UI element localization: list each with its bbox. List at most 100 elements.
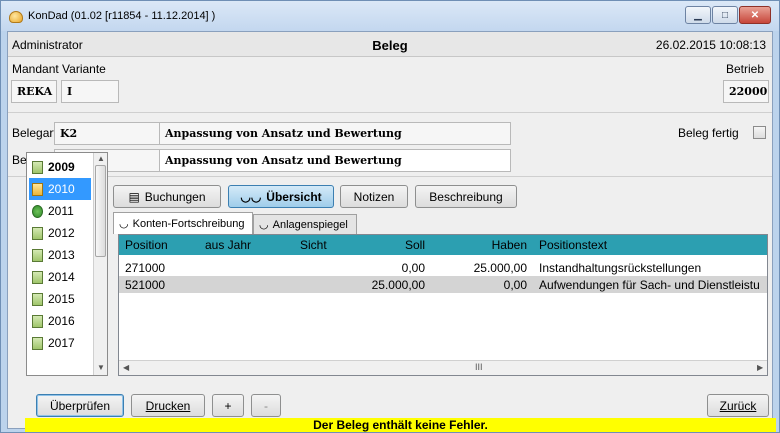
minus-label: - — [264, 398, 268, 413]
document-icon — [32, 270, 43, 284]
column-header[interactable]: Soll — [375, 238, 425, 252]
uebersicht-label: Übersicht — [266, 189, 322, 204]
betrieb-label: Betrieb — [725, 62, 764, 76]
scroll-grip-icon[interactable]: III — [475, 362, 483, 372]
minimize-icon[interactable]: ▁ — [685, 6, 711, 24]
document-icon — [32, 160, 43, 174]
maximize-icon[interactable]: □ — [712, 6, 738, 24]
scroll-right-icon[interactable]: ▶ — [757, 363, 763, 372]
column-header[interactable]: aus Jahr — [205, 238, 251, 252]
document-icon — [32, 336, 43, 350]
buchungen-label: Buchungen — [144, 189, 206, 204]
divider — [8, 176, 772, 177]
betrieb-field[interactable]: 22000 — [723, 80, 769, 103]
close-icon[interactable]: ✕ — [739, 6, 771, 24]
soll-cell: 0,00 — [401, 261, 425, 275]
tab-anlagenspiegel[interactable]: ◡ Anlagenspiegel — [253, 214, 357, 234]
belegart-code-field[interactable]: K2 — [54, 122, 160, 145]
status-message: Der Beleg enthält keine Fehler. — [25, 418, 776, 432]
table-row[interactable]: 271000 0,00 25.000,00 Instandhaltungsrüc… — [119, 259, 767, 276]
mandant-field[interactable]: REKA — [11, 80, 57, 103]
year-item-2013[interactable]: 2013 — [29, 244, 91, 266]
positionstext-cell: Instandhaltungsrückstellungen — [539, 261, 702, 275]
horizontal-scrollbar[interactable]: ◀ III ▶ — [119, 360, 767, 375]
drucken-label: Drucken — [145, 398, 191, 413]
scroll-left-icon[interactable]: ◀ — [123, 363, 129, 372]
tab-konten-fortschreibung[interactable]: ◡ Konten-Fortschreibung — [113, 212, 253, 234]
table-row[interactable]: 521000 25.000,00 0,00 Aufwendungen für S… — [119, 276, 767, 293]
position-cell: 271000 — [125, 261, 166, 275]
document-icon — [32, 314, 43, 328]
year-item-2010[interactable]: 2010 — [29, 178, 91, 200]
year-item-2012[interactable]: 2012 — [29, 222, 91, 244]
positionstext-cell: Aufwendungen für Sach- und Dienstleistu — [539, 278, 760, 292]
beschreibung-label: Beschreibung — [429, 189, 503, 204]
plus-label: + — [224, 398, 232, 413]
check-icon — [32, 204, 43, 218]
year-list[interactable]: 2009 2010 2011 2012 2013 2014 2015 2016 … — [26, 152, 108, 376]
column-header[interactable]: Position — [125, 238, 168, 252]
column-header[interactable]: Positionstext — [539, 238, 607, 252]
year-item-2016[interactable]: 2016 — [29, 310, 91, 332]
document-icon — [32, 248, 43, 262]
notizen-button[interactable]: Notizen — [340, 185, 408, 208]
window-title: KonDad (01.02 [r11854 - 11.12.2014] ) — [28, 10, 216, 22]
application-window: KonDad (01.02 [r11854 - 11.12.2014] ) ▁ … — [0, 0, 780, 433]
belegart-label: Belegart — [12, 126, 57, 140]
year-item-2014[interactable]: 2014 — [29, 266, 91, 288]
column-header[interactable]: Haben — [469, 238, 527, 252]
tab-label: Konten-Fortschreibung — [132, 217, 245, 230]
header-bar: Administrator Beleg 26.02.2015 10:08:13 — [8, 32, 772, 57]
scroll-down-icon[interactable]: ▼ — [97, 363, 105, 372]
haben-cell: 0,00 — [503, 278, 527, 292]
column-header[interactable]: Sicht — [300, 238, 327, 252]
year-label: 2012 — [48, 226, 75, 240]
beleg-fertig-checkbox[interactable] — [753, 126, 766, 139]
haben-cell: 25.000,00 — [473, 261, 527, 275]
drucken-button[interactable]: Drucken — [131, 394, 205, 417]
zurueck-button[interactable]: Zurück — [707, 394, 769, 417]
positions-table: Position aus Jahr Sicht Soll Haben Posit… — [118, 234, 768, 376]
notizen-label: Notizen — [353, 189, 395, 204]
beleg-text-field[interactable]: Anpassung von Ansatz und Bewertung — [159, 149, 511, 172]
beschreibung-button[interactable]: Beschreibung — [415, 185, 517, 208]
year-item-2015[interactable]: 2015 — [29, 288, 91, 310]
year-label: 2016 — [48, 314, 75, 328]
beleg-fertig-label: Beleg fertig — [678, 126, 739, 140]
remove-button[interactable]: - — [251, 394, 281, 417]
ueberpruefen-button[interactable]: Überprüfen — [36, 394, 124, 417]
buchungen-button[interactable]: ▤ Buchungen — [113, 185, 221, 208]
document-icon — [32, 226, 43, 240]
glasses-icon: ◡ — [259, 219, 269, 231]
year-label: 2017 — [48, 336, 75, 350]
position-cell: 521000 — [125, 278, 166, 292]
document-icon: ▤ — [128, 189, 140, 204]
year-label: 2011 — [48, 204, 74, 218]
scroll-thumb[interactable] — [95, 165, 106, 257]
variante-field[interactable]: I — [61, 80, 119, 103]
ueberpruefen-label: Überprüfen — [49, 398, 111, 413]
scroll-up-icon[interactable]: ▲ — [97, 154, 105, 163]
divider — [8, 112, 772, 113]
year-item-2017[interactable]: 2017 — [29, 332, 91, 354]
title-bar[interactable]: KonDad (01.02 [r11854 - 11.12.2014] ) ▁ … — [1, 1, 779, 31]
datetime: 26.02.2015 10:08:13 — [655, 38, 766, 52]
document-icon — [32, 292, 43, 306]
add-button[interactable]: + — [212, 394, 244, 417]
glasses-icon: ◡◡ — [240, 189, 262, 204]
year-item-2011[interactable]: 2011 — [29, 200, 91, 222]
belegart-text-field[interactable]: Anpassung von Ansatz und Bewertung — [159, 122, 511, 145]
glasses-icon: ◡ — [119, 218, 129, 230]
app-icon — [9, 11, 23, 23]
year-label: 2009 — [48, 160, 75, 174]
uebersicht-button[interactable]: ◡◡ Übersicht — [228, 185, 334, 208]
soll-cell: 25.000,00 — [371, 278, 425, 292]
tab-label: Anlagenspiegel — [272, 218, 348, 231]
year-scrollbar[interactable]: ▲ ▼ — [93, 153, 107, 375]
year-label: 2010 — [48, 182, 75, 196]
year-label: 2015 — [48, 292, 75, 306]
mandant-variante-label: Mandant Variante — [12, 62, 106, 76]
table-header: Position aus Jahr Sicht Soll Haben Posit… — [119, 235, 767, 255]
year-item-2009[interactable]: 2009 — [29, 156, 91, 178]
year-label: 2013 — [48, 248, 75, 262]
